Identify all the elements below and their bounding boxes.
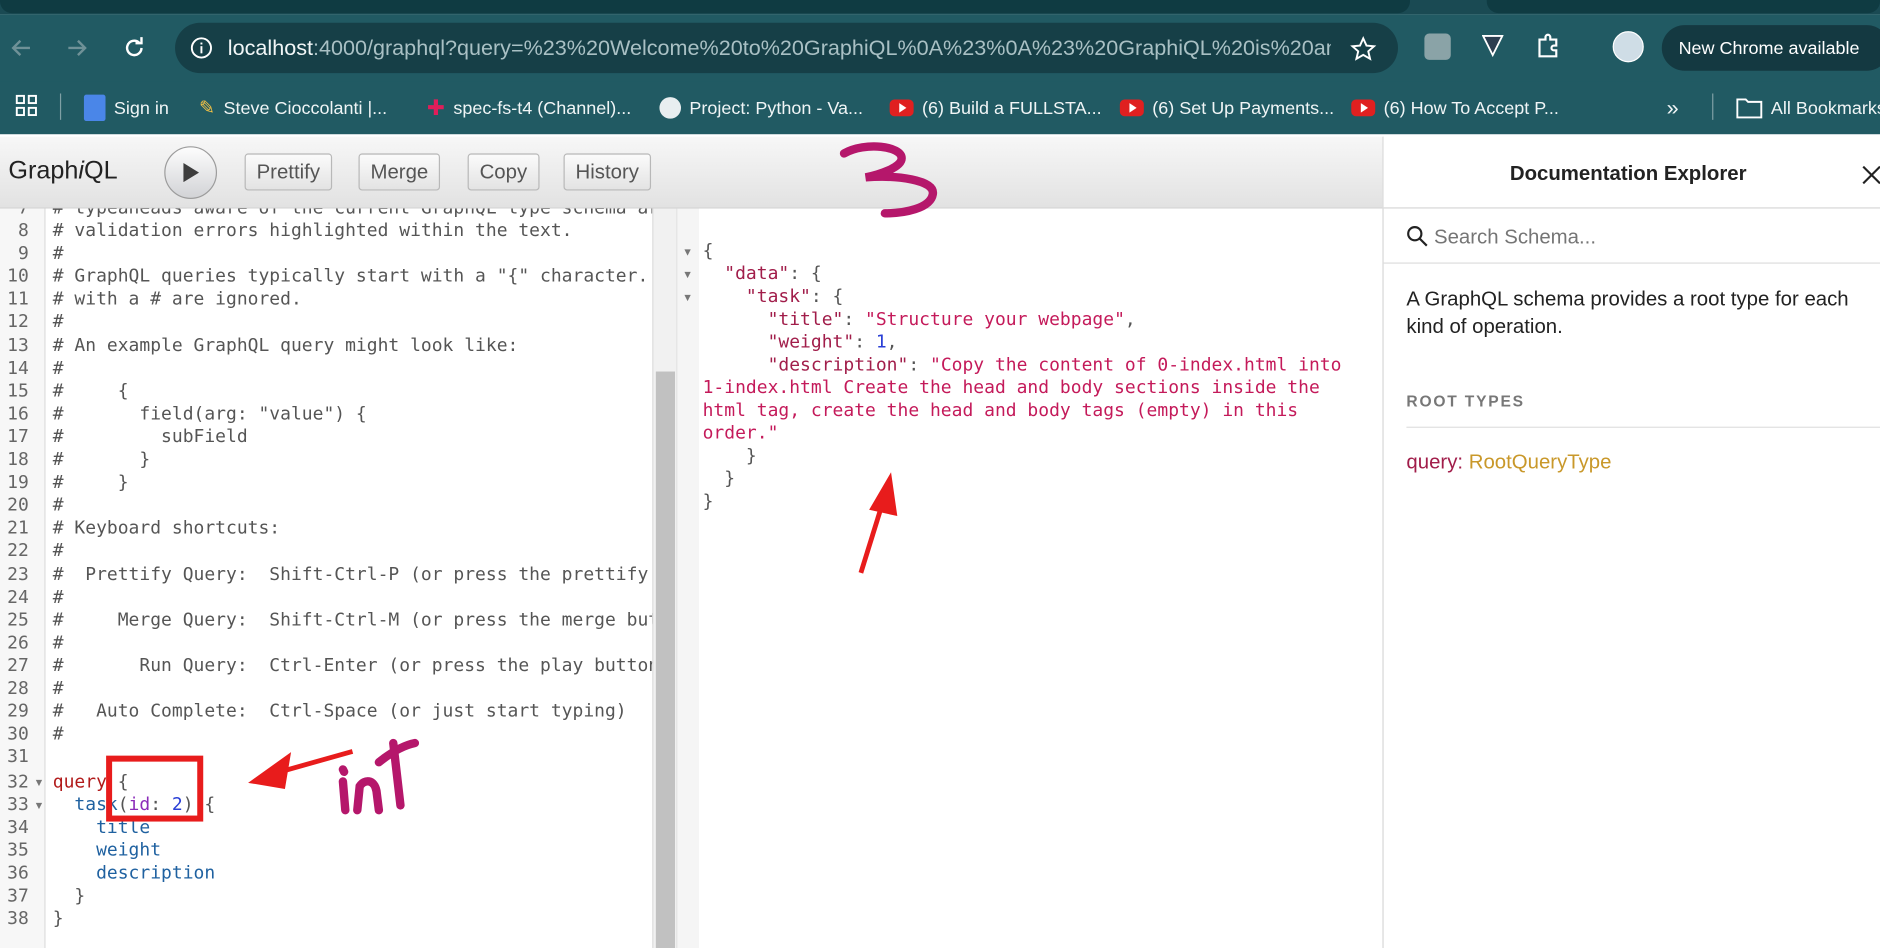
red-arrow bbox=[858, 472, 898, 574]
handwritten-3-mark bbox=[839, 142, 937, 218]
handwritten-int-mark bbox=[338, 738, 420, 815]
highlight-box bbox=[106, 755, 204, 822]
red-arrow bbox=[248, 749, 354, 789]
annotation-layer bbox=[106, 142, 937, 822]
